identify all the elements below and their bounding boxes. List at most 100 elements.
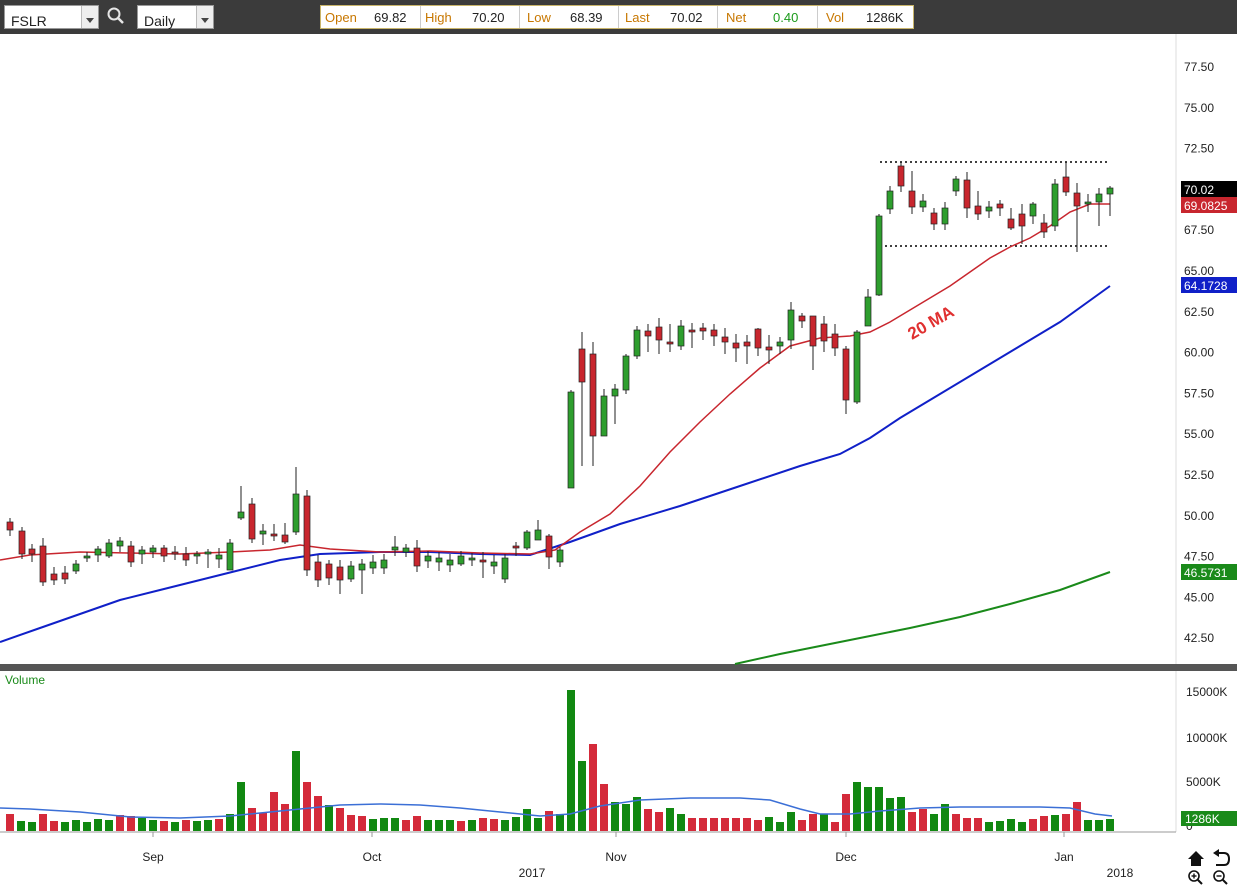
- volume-bar: [94, 819, 102, 831]
- price-tick-label: 60.00: [1184, 346, 1214, 360]
- volume-bar: [897, 797, 905, 831]
- candle-body: [325, 563, 333, 579]
- candle-body: [281, 534, 289, 543]
- month-label: Sep: [142, 850, 164, 864]
- candle-body: [831, 333, 839, 349]
- volume-bar: [512, 817, 520, 831]
- candle-body: [501, 557, 509, 580]
- volume-bar: [325, 805, 333, 831]
- volume-title: Volume: [5, 673, 45, 687]
- volume-bar: [116, 815, 124, 831]
- price-tick-label: 77.50: [1184, 60, 1214, 74]
- candle-body: [402, 547, 410, 553]
- ma200-tag: 46.5731: [1181, 564, 1237, 580]
- volume-bar: [215, 819, 223, 831]
- vol-label: Vol: [826, 10, 845, 25]
- candle-body: [1007, 218, 1015, 229]
- volume-bar: [490, 819, 498, 831]
- candle-body: [347, 565, 355, 580]
- candle-body: [567, 391, 575, 489]
- volume-bar: [677, 814, 685, 831]
- volume-tick-label: 15000K: [1186, 685, 1227, 699]
- candle-body: [941, 207, 949, 225]
- volume-bar: [930, 814, 938, 831]
- candle-body: [512, 545, 520, 549]
- candle-body: [787, 309, 795, 341]
- candle-body: [1062, 176, 1070, 193]
- volume-bar: [479, 818, 487, 831]
- candle-body: [1018, 213, 1026, 227]
- volume-tag: 1286K: [1181, 811, 1237, 826]
- stock-chart[interactable]: 77.5075.0072.5070.0067.5065.0062.5060.00…: [0, 34, 1237, 888]
- volume-bar: [83, 822, 91, 831]
- volume-bar: [303, 782, 311, 831]
- volume-bar: [105, 820, 113, 831]
- volume-bar: [1095, 820, 1103, 831]
- candle-body: [446, 559, 454, 566]
- last-price-tag: 70.02: [1181, 181, 1237, 197]
- price-tick-label: 45.00: [1184, 590, 1214, 604]
- volume-bar: [776, 822, 784, 831]
- candle-body: [952, 178, 960, 192]
- candle-body: [578, 348, 586, 383]
- volume-bar: [1084, 820, 1092, 831]
- pane-separator[interactable]: [0, 664, 1237, 671]
- period-dropdown-button[interactable]: [196, 6, 213, 28]
- candle-body: [886, 190, 894, 210]
- candle-body: [842, 348, 850, 401]
- candle-body: [61, 572, 69, 580]
- price-tick-label: 57.50: [1184, 386, 1214, 400]
- volume-bar: [28, 822, 36, 831]
- candle-body: [380, 559, 388, 569]
- candle-body: [182, 553, 190, 561]
- symbol-dropdown-button[interactable]: [81, 6, 98, 28]
- volume-bar: [358, 816, 366, 831]
- period-select[interactable]: Daily: [137, 5, 214, 29]
- candle-body: [908, 190, 916, 208]
- candle-body: [424, 555, 432, 562]
- candle-body: [1106, 187, 1114, 195]
- candle-body: [237, 511, 245, 519]
- volume-bar: [369, 819, 377, 831]
- candle-body: [809, 315, 817, 347]
- candle-body: [116, 540, 124, 547]
- month-label: Dec: [835, 850, 856, 864]
- volume-bar: [732, 818, 740, 831]
- candle-body: [721, 336, 729, 343]
- volume-bar: [787, 812, 795, 831]
- volume-tag-text: 1286K: [1185, 812, 1220, 826]
- candle-body: [468, 557, 476, 561]
- candle-body: [699, 327, 707, 332]
- price-axis: 77.5075.0072.5070.0067.5065.0062.5060.00…: [1184, 60, 1214, 645]
- volume-tick-label: 5000K: [1186, 775, 1221, 789]
- candle-body: [292, 493, 300, 533]
- vol-value: 1286K: [866, 10, 904, 25]
- volume-bar: [281, 804, 289, 831]
- volume-bar: [182, 820, 190, 831]
- volume-bar: [72, 820, 80, 831]
- candle-body: [1073, 192, 1081, 207]
- candle-body: [39, 545, 47, 583]
- quote-bar: Open 69.82 High 70.20 Low 68.39 Last 70.…: [320, 5, 914, 29]
- candle-body: [358, 563, 366, 571]
- volume-bar: [6, 814, 14, 831]
- low-value: 68.39: [570, 10, 603, 25]
- volume-bar: [578, 761, 586, 831]
- symbol-value: FSLR: [11, 13, 47, 29]
- candle-body: [622, 355, 630, 391]
- volume-bar: [1007, 819, 1015, 831]
- candle-body: [18, 530, 26, 555]
- search-icon[interactable]: [106, 6, 126, 26]
- volume-bar: [457, 821, 465, 831]
- price-tick-label: 72.50: [1184, 142, 1214, 156]
- volume-bar: [798, 820, 806, 831]
- candle-body: [94, 548, 102, 556]
- candle-body: [204, 551, 212, 555]
- volume-bar: [127, 816, 135, 831]
- candle-body: [193, 553, 201, 557]
- candle-body: [743, 341, 751, 347]
- month-label: Jan: [1054, 850, 1073, 864]
- symbol-input[interactable]: FSLR: [4, 5, 99, 29]
- volume-bar: [831, 822, 839, 831]
- candle-body: [930, 212, 938, 225]
